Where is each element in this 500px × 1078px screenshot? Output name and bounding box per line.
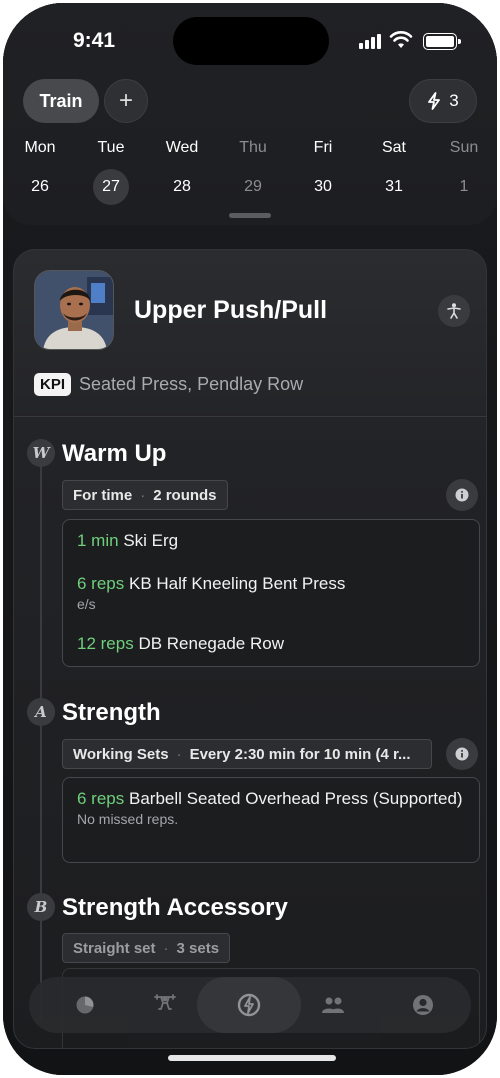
- day-sat[interactable]: Sat 31: [369, 139, 419, 205]
- exercise-amount: 1 min: [77, 531, 119, 550]
- bolt-logo-icon: [237, 993, 261, 1017]
- kpi-exercises: Seated Press, Pendlay Row: [79, 374, 304, 394]
- exercise-box-strength[interactable]: 6 reps Barbell Seated Overhead Press (Su…: [62, 777, 480, 863]
- dynamic-island: [173, 17, 329, 65]
- day-thu[interactable]: Thu 29: [228, 139, 278, 205]
- exercise-item: 6 reps Barbell Seated Overhead Press (Su…: [77, 788, 465, 828]
- day-date: 30: [314, 178, 332, 195]
- day-name: Sat: [381, 139, 406, 156]
- day-date: 29: [244, 178, 262, 195]
- status-time: 9:41: [73, 29, 116, 52]
- workout-type-button[interactable]: [438, 295, 470, 327]
- exercise-amount: 6 reps: [77, 789, 125, 808]
- info-icon: [455, 747, 469, 761]
- header-panel: 9:41 Train + 3 Mon 26 Tue 27 Wed 28 Thu …: [3, 3, 497, 225]
- section-title-warm-up: Warm Up: [62, 440, 167, 467]
- cellular-signal-icon: [359, 34, 381, 49]
- day-date: 1: [459, 178, 469, 195]
- exercise-name: Barbell Seated Overhead Press (Supported…: [128, 789, 463, 808]
- exercise-note: e/s: [77, 596, 96, 612]
- bottom-tab-bar: [29, 977, 471, 1033]
- exercise-box-warm-up[interactable]: 1 min Ski Erg 6 reps KB Half Kneeling Be…: [62, 519, 480, 667]
- day-sun[interactable]: Sun 1: [439, 139, 489, 205]
- tag-separator: ·: [176, 745, 182, 763]
- section-letter-a: A: [27, 698, 55, 726]
- exercise-item: 6 reps KB Half Kneeling Bent Press e/s: [77, 573, 465, 613]
- divider: [14, 416, 486, 417]
- workout-card: Upper Push/Pull KPI Seated Press, Pendla…: [13, 249, 487, 1049]
- streak-count: 3: [449, 91, 459, 110]
- week-strip: Mon 26 Tue 27 Wed 28 Thu 29 Fri 30 Sat 3…: [3, 139, 497, 205]
- kpi-badge: KPI: [34, 373, 72, 396]
- exercise-name: DB Renegade Row: [138, 634, 284, 653]
- info-button[interactable]: [446, 738, 478, 770]
- exercise-name: KB Half Kneeling Bent Press: [128, 574, 346, 593]
- day-mon[interactable]: Mon 26: [15, 139, 65, 205]
- profile-icon: [413, 995, 433, 1015]
- tag-format: Straight set: [73, 939, 156, 957]
- drag-handle[interactable]: [229, 213, 271, 218]
- day-date: 28: [173, 178, 191, 195]
- tab-train[interactable]: [151, 991, 179, 1019]
- home-indicator[interactable]: [168, 1055, 336, 1061]
- kpi-row: KPI Seated Press, Pendlay Row: [34, 373, 303, 396]
- exercise-amount: 12 reps: [77, 634, 134, 653]
- day-date: 31: [385, 178, 403, 195]
- section-tags: Straight set · 3 sets: [62, 933, 231, 963]
- exercise-name: Ski Erg: [123, 531, 179, 550]
- battery-icon: [423, 33, 461, 50]
- section-title-strength-accessory: Strength Accessory: [62, 894, 288, 921]
- tab-activity[interactable]: [71, 991, 99, 1019]
- day-fri[interactable]: Fri 30: [298, 139, 348, 205]
- tag-scheme: Every 2:30 min for 10 min (4 r...: [189, 745, 411, 763]
- tab-home[interactable]: [197, 977, 301, 1033]
- workout-title: Upper Push/Pull: [134, 296, 328, 324]
- tag-format: For time: [73, 486, 133, 504]
- tab-profile[interactable]: [409, 991, 437, 1019]
- day-name: Sun: [449, 139, 479, 156]
- add-button[interactable]: +: [104, 79, 148, 123]
- day-name: Mon: [24, 139, 56, 156]
- lightning-icon: [428, 92, 441, 110]
- tag-separator: ·: [163, 939, 169, 957]
- exercise-item: 12 reps DB Renegade Row: [77, 633, 465, 655]
- timeline-line: [40, 460, 42, 1020]
- wifi-icon: [389, 31, 413, 48]
- section-tags: For time · 2 rounds: [62, 480, 228, 510]
- exercise-note: No missed reps.: [77, 811, 179, 827]
- day-name: Wed: [165, 139, 199, 156]
- community-icon: [322, 997, 344, 1013]
- tag-sets: 3 sets: [176, 939, 220, 957]
- tag-separator: ·: [140, 486, 146, 504]
- tag-format: Working Sets: [73, 745, 169, 763]
- info-button[interactable]: [446, 479, 478, 511]
- section-title-strength: Strength: [62, 699, 161, 726]
- avatar-photo: [35, 271, 113, 349]
- activity-chart-icon: [76, 996, 94, 1014]
- streak-button[interactable]: 3: [409, 79, 477, 123]
- status-bar: 9:41: [3, 3, 497, 73]
- day-name: Fri: [313, 139, 333, 156]
- day-name: Thu: [239, 139, 267, 156]
- info-icon: [455, 488, 469, 502]
- day-wed[interactable]: Wed 28: [157, 139, 207, 205]
- phone-frame: 9:41 Train + 3 Mon 26 Tue 27 Wed 28 Thu …: [3, 3, 497, 1075]
- person-exercise-icon: [447, 303, 461, 319]
- day-name: Tue: [97, 139, 125, 156]
- tab-community[interactable]: [319, 991, 347, 1019]
- exercise-item: 1 min Ski Erg: [77, 530, 465, 552]
- exercise-amount: 6 reps: [77, 574, 125, 593]
- train-tab-button[interactable]: Train: [23, 79, 99, 123]
- section-letter-b: B: [27, 893, 55, 921]
- day-date: 26: [31, 178, 49, 195]
- day-tue-selected[interactable]: Tue 27: [86, 139, 136, 205]
- tag-rounds: 2 rounds: [153, 486, 217, 504]
- coach-avatar: [34, 270, 114, 350]
- section-tags: Working Sets · Every 2:30 min for 10 min…: [62, 739, 432, 769]
- section-letter-w: W: [27, 439, 55, 467]
- day-date: 27: [93, 169, 129, 205]
- weightlifting-icon: [154, 994, 176, 1010]
